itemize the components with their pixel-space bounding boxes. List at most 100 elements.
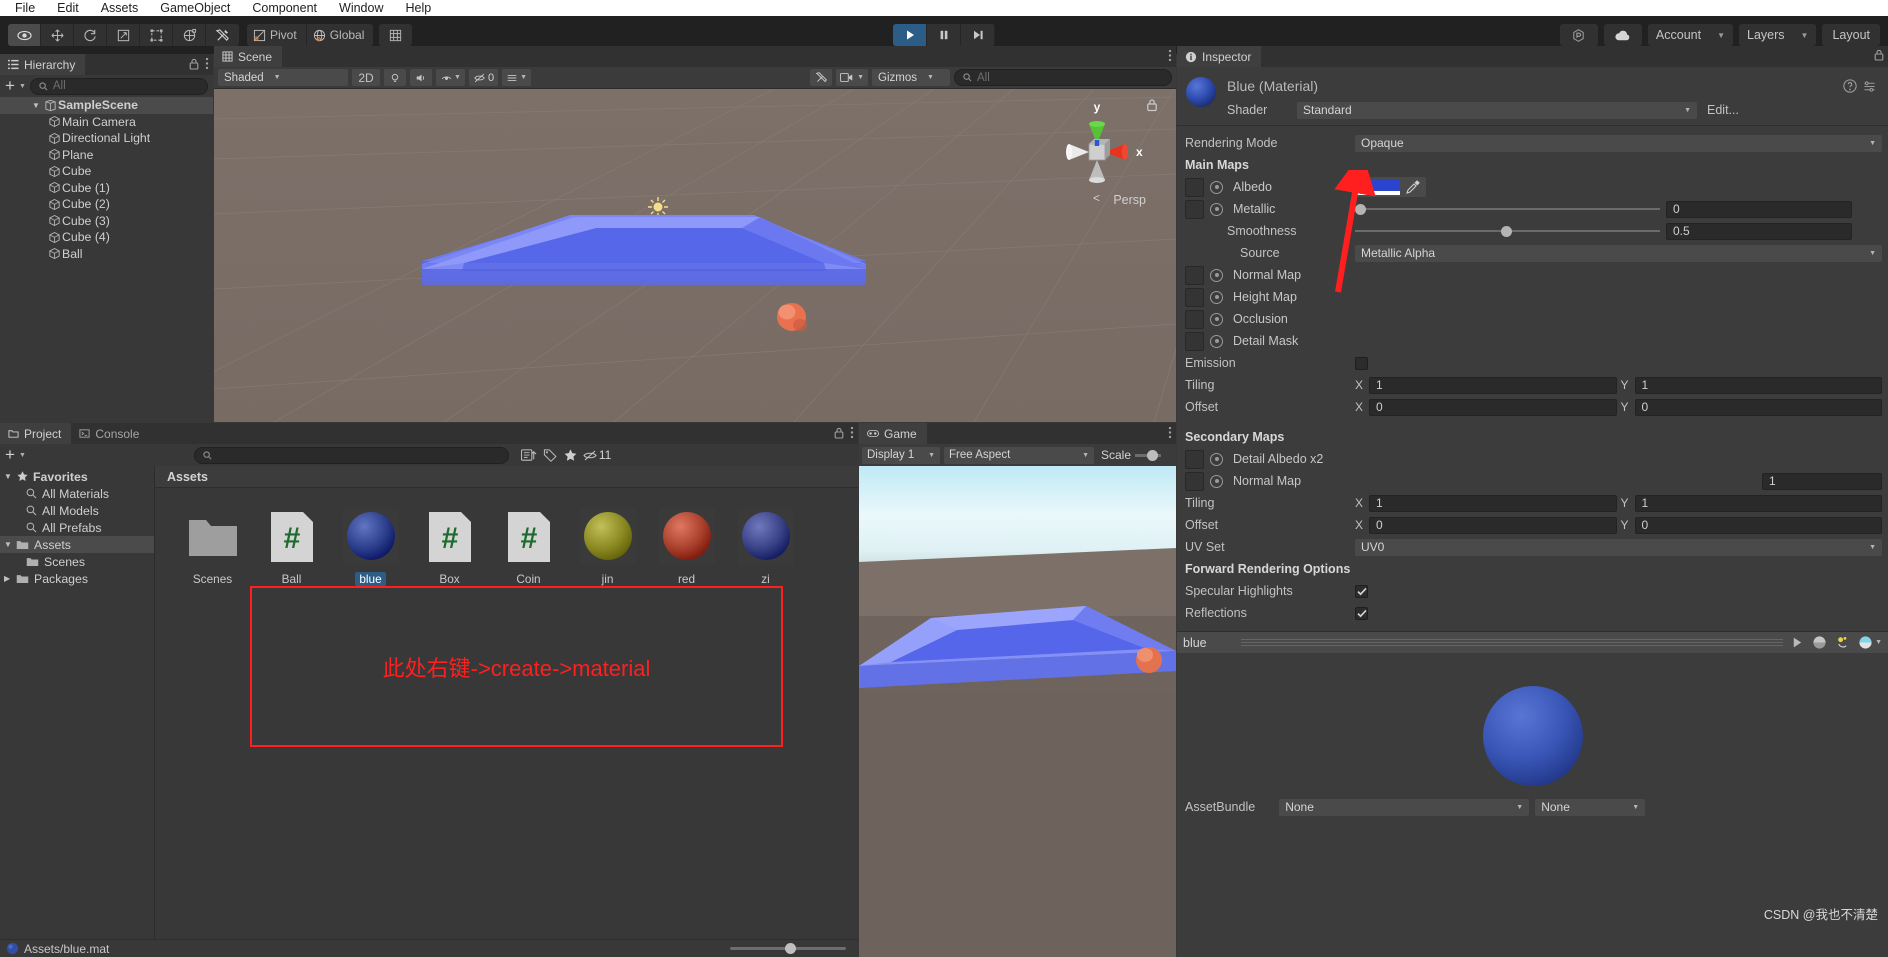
hierarchy-item-cube-2[interactable]: Cube (2)	[0, 196, 213, 213]
hidden-objects-toggle[interactable]: 0	[468, 69, 499, 86]
normal-map-texture-slot[interactable]	[1185, 265, 1204, 285]
slider-knob[interactable]	[785, 943, 796, 954]
cloud-icon[interactable]	[1603, 24, 1642, 46]
more-options-icon[interactable]	[1168, 426, 1172, 439]
project-favorite-all-prefabs[interactable]: All Prefabs	[0, 519, 154, 536]
offset-x-field[interactable]: 0	[1369, 398, 1617, 416]
hierarchy-item-cube[interactable]: Cube	[0, 163, 213, 180]
asset-item-zi[interactable]: zi	[726, 508, 805, 586]
more-options-icon[interactable]	[205, 57, 209, 70]
hierarchy-item-main-camera[interactable]: Main Camera	[0, 114, 213, 131]
scale-slider-group[interactable]: Scale	[1098, 448, 1162, 462]
preset-icon[interactable]	[1863, 80, 1876, 93]
sec-offset-y-field[interactable]: 0	[1634, 516, 1882, 534]
lighting-toggle[interactable]	[384, 69, 406, 86]
menu-item-file[interactable]: File	[4, 0, 46, 16]
tab-project[interactable]: Project	[0, 423, 72, 444]
hand-tool-icon[interactable]	[8, 24, 41, 46]
albedo-color-swatch[interactable]	[1357, 179, 1400, 195]
preview-environment-dropdown[interactable]: ▼	[1858, 635, 1882, 650]
expand-arrow-icon[interactable]: ▶	[4, 574, 16, 583]
collab-icon[interactable]	[1559, 24, 1598, 46]
grid-snapping-icon[interactable]	[379, 24, 412, 46]
detail-mask-texture-slot[interactable]	[1185, 331, 1204, 351]
emission-checkbox[interactable]	[1355, 356, 1368, 370]
tab-console[interactable]: Console	[71, 423, 150, 444]
more-options-icon[interactable]	[1168, 49, 1172, 62]
hierarchy-item-directional-light[interactable]: Directional Light	[0, 130, 213, 147]
project-search-input[interactable]	[193, 446, 509, 464]
asset-item-red[interactable]: red	[647, 508, 726, 586]
scene-viewport[interactable]: y x Persp <	[214, 89, 1176, 422]
add-object-icon[interactable]: +	[5, 77, 15, 94]
hierarchy-search-input[interactable]: All	[29, 77, 208, 95]
assetbundle-dropdown[interactable]: None ▼	[1279, 798, 1530, 816]
move-tool-icon[interactable]	[41, 24, 74, 46]
gizmos-dropdown[interactable]: Gizmos ▼	[872, 69, 950, 86]
asset-item-blue[interactable]: blue	[331, 508, 410, 586]
scale-tool-icon[interactable]	[107, 24, 140, 46]
preview-lighting-icon[interactable]	[1835, 635, 1850, 650]
custom-tool-icon[interactable]	[206, 24, 239, 46]
step-button[interactable]	[961, 24, 995, 46]
smoothness-value-field[interactable]: 0.5	[1666, 222, 1852, 240]
secondary-normal-texture-slot[interactable]	[1185, 471, 1204, 491]
slider-knob[interactable]	[1355, 203, 1366, 215]
smoothness-slider[interactable]	[1355, 223, 1660, 240]
account-dropdown[interactable]: Account ▼	[1647, 24, 1734, 46]
project-favorite-all-models[interactable]: All Models	[0, 502, 154, 519]
game-viewport[interactable]	[859, 466, 1176, 957]
assetbundle-variant-dropdown[interactable]: None ▼	[1535, 798, 1646, 816]
shader-dropdown[interactable]: Standard ▼	[1297, 101, 1697, 119]
menu-item-window[interactable]: Window	[328, 0, 394, 16]
detail-albedo-texture-slot[interactable]	[1185, 449, 1204, 469]
metallic-slider[interactable]	[1355, 201, 1660, 218]
project-folder-packages[interactable]: ▶ Packages	[0, 570, 154, 587]
uv-set-dropdown[interactable]: UV0 ▼	[1355, 538, 1882, 556]
slider-knob[interactable]	[1501, 225, 1513, 237]
scale-slider-track[interactable]	[1135, 449, 1162, 461]
menu-item-help[interactable]: Help	[394, 0, 442, 16]
scene-settings-icon[interactable]	[810, 69, 833, 86]
sec-offset-x-field[interactable]: 0	[1369, 516, 1617, 534]
chevron-down-icon[interactable]: ▼	[19, 452, 26, 459]
hierarchy-item-cube-3[interactable]: Cube (3)	[0, 213, 213, 230]
global-toggle[interactable]: Global	[307, 24, 374, 46]
secondary-normal-value-field[interactable]: 1	[1762, 472, 1882, 490]
material-preview-area[interactable]: AssetBundle None ▼ None ▼	[1177, 653, 1888, 819]
hierarchy-item-samplescene[interactable]: ▼ SampleScene	[0, 97, 213, 114]
effects-toggle[interactable]: ▼	[436, 69, 465, 86]
project-folder-assets[interactable]: ▼ Assets	[0, 536, 154, 553]
scene-view-gizmo[interactable]: y x Persp <	[1042, 97, 1157, 207]
offset-y-field[interactable]: 0	[1634, 398, 1882, 416]
tab-game[interactable]: Game	[859, 423, 927, 444]
expand-arrow-icon[interactable]: ▼	[4, 472, 16, 481]
pivot-toggle[interactable]: Pivot	[247, 24, 307, 46]
rendering-mode-dropdown[interactable]: Opaque ▼	[1355, 134, 1882, 152]
metallic-value-field[interactable]: 0	[1666, 200, 1852, 218]
more-options-icon[interactable]	[850, 426, 854, 439]
tiling-y-field[interactable]: 1	[1634, 376, 1882, 394]
pause-button[interactable]	[927, 24, 961, 46]
rotate-tool-icon[interactable]	[74, 24, 107, 46]
display-dropdown[interactable]: Display 1 ▼	[862, 446, 940, 464]
expand-arrow-icon[interactable]: ▼	[30, 101, 42, 110]
lock-icon[interactable]	[189, 58, 199, 70]
tab-inspector[interactable]: Inspector	[1177, 46, 1262, 67]
asset-item-coin[interactable]: # Coin	[489, 508, 568, 586]
tab-hierarchy[interactable]: Hierarchy	[0, 54, 86, 75]
hierarchy-item-ball[interactable]: Ball	[0, 246, 213, 263]
rect-tool-icon[interactable]	[140, 24, 173, 46]
scene-visibility-toggle[interactable]: ▼	[502, 69, 531, 86]
shading-mode-dropdown[interactable]: Shaded ▼	[218, 69, 348, 86]
expand-arrow-icon[interactable]: ▼	[4, 540, 16, 549]
project-favorite-all-materials[interactable]: All Materials	[0, 485, 154, 502]
shader-edit-button[interactable]: Edit...	[1703, 103, 1739, 117]
chevron-down-icon[interactable]: ▼	[19, 83, 26, 90]
albedo-color-control[interactable]	[1355, 177, 1426, 197]
tiling-x-field[interactable]: 1	[1369, 376, 1617, 394]
hierarchy-item-cube-1[interactable]: Cube (1)	[0, 180, 213, 197]
tab-scene[interactable]: Scene	[214, 46, 283, 67]
reflections-checkbox[interactable]	[1355, 606, 1368, 620]
transform-tool-icon[interactable]	[173, 24, 206, 46]
